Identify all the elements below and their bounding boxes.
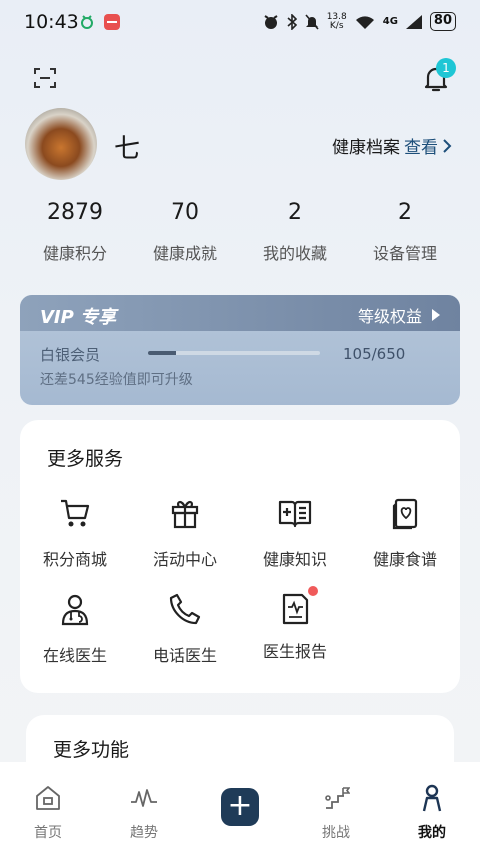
vip-progress-text: 105/650 xyxy=(343,345,406,363)
nav-home[interactable]: 首页 xyxy=(0,762,96,853)
service-activity-center[interactable]: 活动中心 xyxy=(130,496,240,570)
service-label: 活动中心 xyxy=(152,550,217,569)
health-file-link[interactable]: 健康档案 查看 xyxy=(332,133,452,158)
vip-level: 白银会员 xyxy=(40,346,101,364)
nav-trend[interactable]: 趋势 xyxy=(96,762,192,853)
stat-health-points[interactable]: 2879 健康积分 xyxy=(20,200,130,264)
person-icon xyxy=(422,784,442,812)
stat-label: 健康成就 xyxy=(152,244,217,263)
more-functions-title: 更多功能 xyxy=(53,739,130,761)
nav-mine[interactable]: 我的 xyxy=(384,762,480,853)
stat-value: 2 xyxy=(398,200,412,225)
status-time: 10:43 xyxy=(24,11,79,33)
service-label: 积分商城 xyxy=(42,550,107,569)
stat-favorites[interactable]: 2 我的收藏 xyxy=(240,200,350,264)
health-file-label: 健康档案 xyxy=(332,138,400,158)
nav-label: 首页 xyxy=(34,825,62,841)
service-online-doctor[interactable]: 在线医生 xyxy=(20,592,130,666)
cart-icon xyxy=(61,499,90,527)
recipe-icon xyxy=(392,498,418,530)
nav-label: 我的 xyxy=(418,825,446,841)
vip-card[interactable]: VIP 专享 等级权益 白银会员 105/650 还差545经验值即可升级 xyxy=(20,295,460,405)
service-label: 医生报告 xyxy=(262,642,327,661)
triangle-right-icon xyxy=(432,309,440,321)
vip-hint: 还差545经验值即可升级 xyxy=(40,372,193,388)
service-points-mall[interactable]: 积分商城 xyxy=(20,496,130,570)
home-icon xyxy=(36,786,60,810)
gift-icon xyxy=(171,501,199,529)
status-bar: 10:43 13.8 K/s 4G 80 xyxy=(0,0,480,46)
book-icon xyxy=(278,500,312,528)
battery-indicator: 80 xyxy=(429,12,456,31)
stat-label: 健康积分 xyxy=(42,244,107,263)
scan-icon[interactable] xyxy=(33,66,57,90)
stat-label: 我的收藏 xyxy=(262,244,327,263)
signal-icon xyxy=(405,14,422,29)
wifi-icon xyxy=(355,15,374,29)
service-health-knowledge[interactable]: 健康知识 xyxy=(240,496,350,570)
doctor-icon xyxy=(61,594,89,626)
service-label: 健康食谱 xyxy=(372,550,437,569)
challenge-icon xyxy=(325,787,351,809)
trend-icon xyxy=(131,789,157,807)
vip-benefit-link[interactable]: 等级权益 xyxy=(358,303,440,327)
services-title: 更多服务 xyxy=(47,448,124,470)
nav-challenge[interactable]: 挑战 xyxy=(288,762,384,853)
stat-label: 设备管理 xyxy=(372,244,437,263)
stats-row: 2879 健康积分 70 健康成就 2 我的收藏 2 设备管理 xyxy=(20,200,460,264)
stat-value: 2 xyxy=(288,200,302,225)
services-card: 更多服务 积分商城 活动中心 健康知识 健康食谱 在线医生 电话医生 医生报告 xyxy=(20,420,460,693)
vip-progress-bar xyxy=(148,351,320,355)
nav-label: 趋势 xyxy=(130,825,158,841)
new-dot-indicator xyxy=(308,586,318,596)
nav-label: 挑战 xyxy=(322,825,350,841)
health-file-view[interactable]: 查看 xyxy=(404,133,438,158)
service-label: 电话医生 xyxy=(152,646,217,665)
report-icon xyxy=(282,593,309,625)
stat-achievements[interactable]: 70 健康成就 xyxy=(130,200,240,264)
stat-value: 70 xyxy=(171,200,199,225)
vip-progress-fill xyxy=(148,351,176,355)
avatar[interactable] xyxy=(25,108,97,180)
phone-icon xyxy=(169,593,201,625)
notification-badge: 1 xyxy=(436,58,456,78)
service-label: 在线医生 xyxy=(42,646,107,665)
username: 七 xyxy=(114,134,141,164)
mute-icon xyxy=(305,13,319,30)
network-type: 4G xyxy=(382,16,398,27)
stat-devices[interactable]: 2 设备管理 xyxy=(350,200,460,264)
alarm-app-icon xyxy=(81,15,93,29)
alarm-icon xyxy=(264,14,278,29)
notification-app-icon xyxy=(104,14,120,30)
chevron-right-icon xyxy=(443,138,452,153)
net-speed-unit: K/s xyxy=(329,20,344,31)
service-doctor-report[interactable]: 医生报告 xyxy=(240,586,350,662)
service-label: 健康知识 xyxy=(262,550,327,569)
service-health-recipe[interactable]: 健康食谱 xyxy=(350,496,460,570)
service-phone-doctor[interactable]: 电话医生 xyxy=(130,592,240,666)
vip-benefit-label: 等级权益 xyxy=(357,307,422,326)
stat-value: 2879 xyxy=(47,200,103,225)
vip-title: VIP 专享 xyxy=(40,307,117,328)
bluetooth-icon xyxy=(287,13,297,30)
plus-icon[interactable]: + xyxy=(221,788,259,826)
bottom-nav: 首页 趋势 + 挑战 我的 xyxy=(0,762,480,853)
nav-add[interactable]: + xyxy=(192,762,288,853)
